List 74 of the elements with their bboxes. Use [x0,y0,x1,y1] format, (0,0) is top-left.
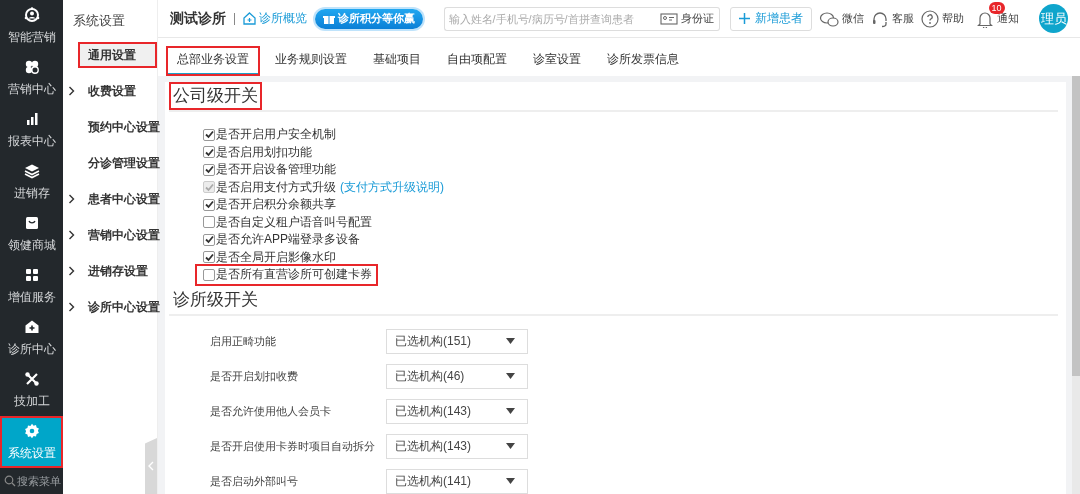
scrollbar[interactable] [1072,76,1080,494]
setting-label: 是否允许使用他人会员卡 [210,403,332,419]
caret-icon [506,408,515,414]
checkbox-label: 是否全局开启影像水印 [216,248,336,266]
checkbox-label: 是否允许APP端登录多设备 [216,231,360,249]
sidebar-item[interactable]: 智能营销 [0,0,63,52]
setting-label: 是否启动外部叫号 [210,473,299,489]
checkbox-label: 是否开启用户安全机制 [216,126,336,144]
sidebar-item[interactable]: 技加工 [0,364,63,416]
clinic-name: 测试诊所 [170,9,226,28]
toolbar-link[interactable]: 帮助 [920,9,964,28]
sidebar-item[interactable]: 增值服务 [0,260,63,312]
checkbox[interactable] [203,251,215,264]
section-title: 诊所级开关 [172,288,259,311]
checkbox-label: 是否开启设备管理功能 [216,161,336,179]
setting-label: 是否开启划扣收费 [210,368,299,384]
menu-search-field[interactable]: 搜索菜单 [17,475,63,487]
fan-icon [23,58,40,75]
caret-icon [506,338,515,344]
sidebar-item[interactable]: 领健商城 [0,208,63,260]
home-icon [243,12,256,25]
checkbox[interactable] [203,268,215,281]
tab[interactable]: 业务规则设置 [264,46,358,76]
setting-label: 是否开启使用卡券时项目自动拆分 [210,438,376,454]
sidebar-item[interactable]: 营销中心 [0,52,63,104]
chevron-icon [148,461,154,471]
tab[interactable]: 基础项目 [362,46,432,76]
notification-badge: 10 [988,1,1005,14]
checkbox-label: 是否启用划扣功能 [216,143,312,161]
submenu-item[interactable]: 进销存设置 [78,258,157,284]
caret-icon [506,443,515,449]
search-icon [4,475,16,487]
submenu-item[interactable]: 收费设置 [78,78,157,104]
dropdown[interactable]: 已选机构(151) [386,328,528,354]
checkbox-label: 是否所有直营诊所可创建卡券 [216,266,372,284]
checkbox[interactable] [203,198,215,211]
help-icon [920,9,939,28]
checkbox[interactable] [203,128,215,141]
layers-icon [23,162,40,179]
bell-icon [975,9,994,28]
headset-icon [870,9,889,28]
dropdown[interactable]: 已选机构(143) [386,398,528,424]
checkbox[interactable] [203,163,215,176]
wechat-icon [818,9,839,28]
sidebar-item[interactable]: 报表中心 [0,104,63,156]
toolbar-link[interactable]: 微信 [818,9,864,28]
tab[interactable]: 诊所发票信息 [596,46,690,76]
checkbox[interactable] [203,216,215,229]
sidebar-item[interactable]: 进销存 [0,156,63,208]
checkbox-label: 是否启用支付方式升级 [216,178,336,196]
checkbox[interactable] [203,233,215,246]
plus-icon [738,13,750,24]
house-plus-icon [23,318,40,335]
checkbox[interactable] [203,146,215,159]
caret-icon [506,478,515,484]
sidebar-item[interactable]: 诊所中心 [0,312,63,364]
tab[interactable]: 自由项配置 [436,46,518,76]
bag-icon [23,214,40,231]
dropdown[interactable]: 已选机构(141) [386,468,528,494]
checkbox-label: 是否自定义租户语音叫号配置 [216,213,372,231]
section-title: 公司级开关 [169,82,262,110]
tab[interactable]: 诊室设置 [522,46,592,76]
tools-icon [23,370,40,387]
dropdown[interactable]: 已选机构(143) [386,433,528,459]
checkbox-label: 是否开启积分余额共享 [216,196,336,214]
submenu-title: 系统设置 [72,12,126,30]
settings-icon [23,422,40,439]
grid-icon [23,266,40,283]
toolbar-link[interactable]: 客服 [870,9,914,28]
dropdown[interactable]: 已选机构(46) [386,363,528,389]
user-circle-icon [23,6,40,23]
submenu-item[interactable]: 通用设置 [78,42,157,68]
setting-label: 启用正畸功能 [210,333,277,349]
caret-icon [506,373,515,379]
